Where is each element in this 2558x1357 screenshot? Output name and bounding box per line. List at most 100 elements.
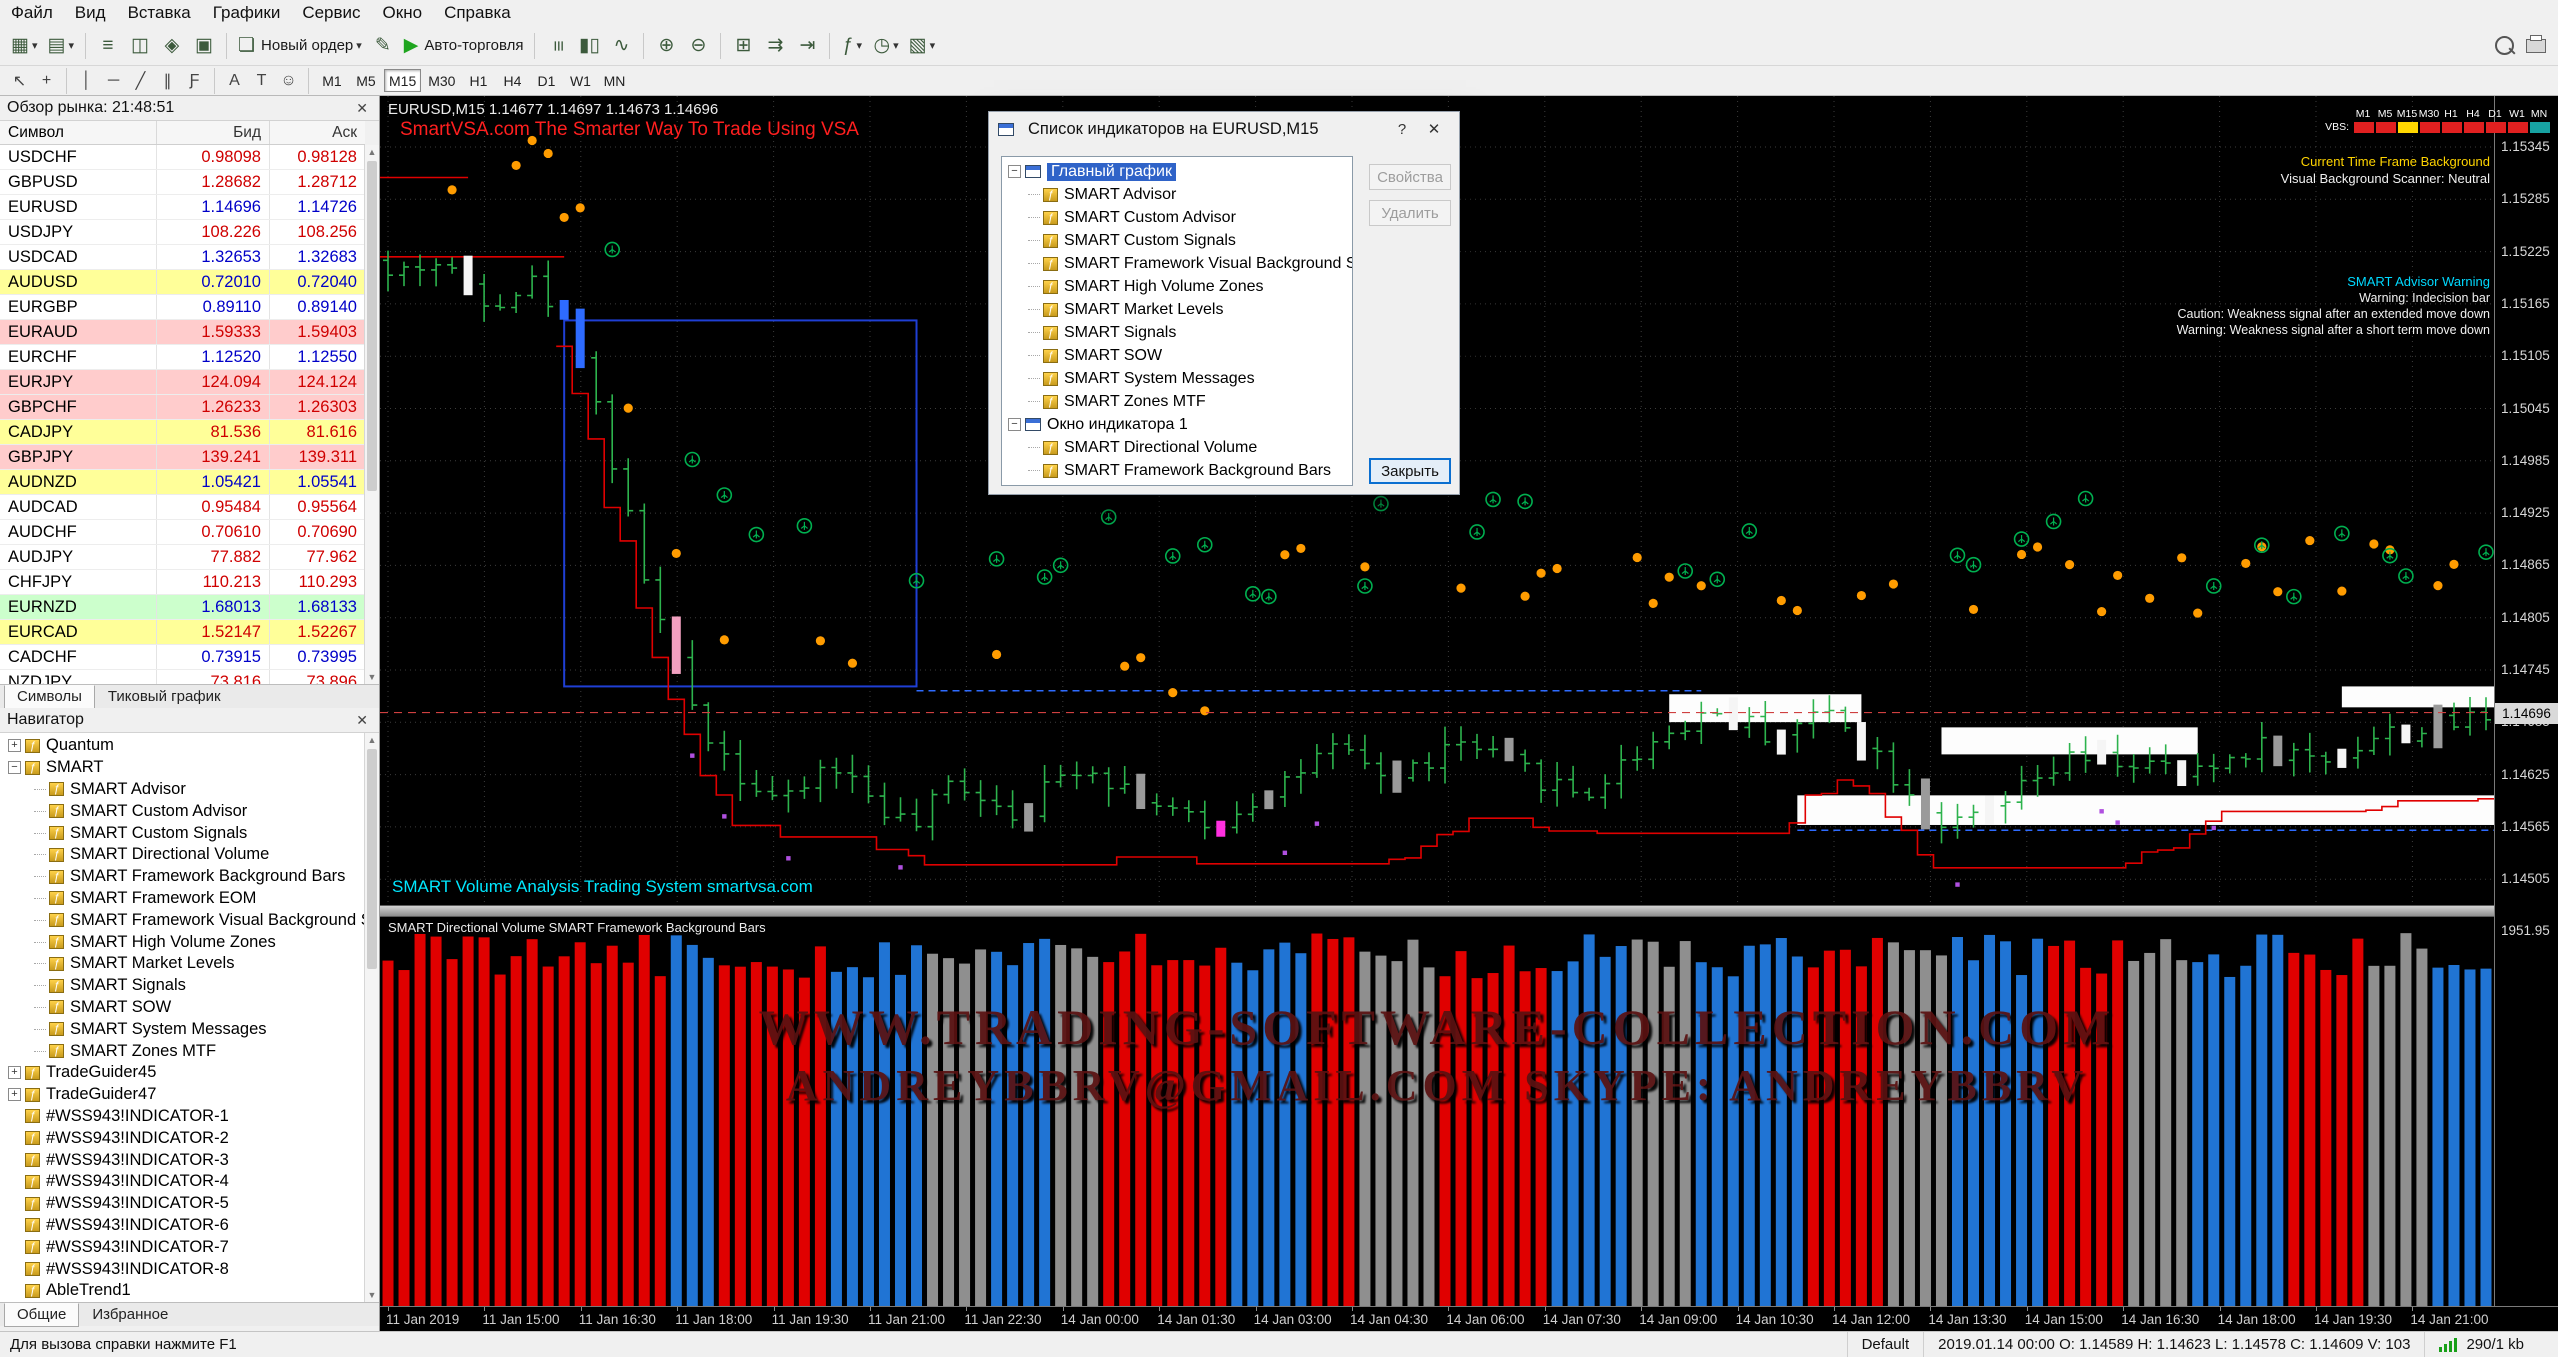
menu-item[interactable]: Вид bbox=[64, 2, 117, 24]
navigator-item[interactable]: ƒ#WSS943!INDICATOR-2 bbox=[0, 1127, 365, 1149]
market-watch-row[interactable]: CHFJPY110.213110.293 bbox=[0, 570, 365, 595]
dialog-help-button[interactable]: ? bbox=[1386, 116, 1418, 142]
menu-item[interactable]: Окно bbox=[372, 2, 434, 24]
profiles-icon[interactable]: ▤▾ bbox=[43, 31, 77, 61]
market-watch-scrollbar[interactable]: ▲ ▼ bbox=[364, 145, 379, 684]
navigator-scrollbar[interactable]: ▲ ▼ bbox=[364, 733, 379, 1302]
market-watch-row[interactable]: CADJPY81.53681.616 bbox=[0, 420, 365, 445]
expand-toggle-icon[interactable]: − bbox=[1008, 418, 1021, 431]
dialog-tree-row[interactable]: ƒSMART SOW bbox=[1002, 344, 1352, 367]
metaeditor-icon[interactable]: ✎ bbox=[368, 31, 398, 61]
navigator-item[interactable]: ƒ#WSS943!INDICATOR-8 bbox=[0, 1258, 365, 1280]
market-watch-row[interactable]: EURJPY124.094124.124 bbox=[0, 370, 365, 395]
navigator-item[interactable]: ƒSMART Custom Signals bbox=[0, 822, 365, 844]
timeframe-mn-button[interactable]: MN bbox=[598, 69, 630, 92]
timeframe-d1-button[interactable]: D1 bbox=[530, 69, 562, 92]
market-watch-row[interactable]: USDJPY108.226108.256 bbox=[0, 220, 365, 245]
chart-window[interactable]: 11 Jan 201911 Jan 15:0011 Jan 16:3011 Ja… bbox=[380, 96, 2558, 1331]
dialog-tree-row[interactable]: ƒSMART Market Levels bbox=[1002, 298, 1352, 321]
market-watch-row[interactable]: AUDNZD1.054211.05541 bbox=[0, 470, 365, 495]
close-button[interactable]: Закрыть bbox=[1369, 458, 1451, 484]
timeframe-m30-button[interactable]: M30 bbox=[423, 69, 460, 92]
tile-windows-icon[interactable]: ⊞ bbox=[728, 31, 758, 61]
fibonacci-icon[interactable]: Ƒ bbox=[182, 69, 207, 93]
market-watch-row[interactable]: USDCHF0.980980.98128 bbox=[0, 145, 365, 170]
time-axis[interactable]: 11 Jan 201911 Jan 15:0011 Jan 16:3011 Ja… bbox=[380, 1306, 2558, 1331]
scroll-down-icon[interactable]: ▼ bbox=[365, 1288, 379, 1302]
dialog-tree-row[interactable]: ƒSMART System Messages bbox=[1002, 367, 1352, 390]
navigator-item[interactable]: +ƒQuantum bbox=[0, 735, 365, 757]
navigator-tab[interactable]: Избранное bbox=[79, 1303, 181, 1327]
navigator-item[interactable]: ƒSMART High Volume Zones bbox=[0, 931, 365, 953]
market-watch-row[interactable]: USDCAD1.326531.32683 bbox=[0, 245, 365, 270]
dialog-tree-row[interactable]: −Окно индикатора 1 bbox=[1002, 413, 1352, 436]
navigator-item[interactable]: ƒSMART Framework EOM bbox=[0, 888, 365, 910]
navigator-item[interactable]: ƒ#WSS943!INDICATOR-4 bbox=[0, 1171, 365, 1193]
navigator-item[interactable]: ƒSMART Custom Advisor bbox=[0, 800, 365, 822]
column-header[interactable]: Бид bbox=[157, 121, 270, 144]
menu-item[interactable]: Графики bbox=[202, 2, 292, 24]
dialog-tree-row[interactable]: ƒSMART Framework Visual Background Scann… bbox=[1002, 252, 1352, 275]
dialog-tree-row[interactable]: ƒSMART High Volume Zones bbox=[1002, 275, 1352, 298]
market-watch-row[interactable]: AUDCAD0.954840.95564 bbox=[0, 495, 365, 520]
navigator-item[interactable]: +ƒTradeGuider45 bbox=[0, 1062, 365, 1084]
channel-icon[interactable]: ∥ bbox=[155, 69, 180, 93]
terminal-icon[interactable]: ▣ bbox=[189, 31, 219, 61]
column-header[interactable]: Символ bbox=[0, 121, 157, 144]
menu-item[interactable]: Справка bbox=[433, 2, 522, 24]
new-chart-icon[interactable]: ▦▾ bbox=[7, 31, 41, 61]
market-watch-row[interactable]: GBPJPY139.241139.311 bbox=[0, 445, 365, 470]
scroll-thumb[interactable] bbox=[367, 749, 377, 969]
text-label-icon[interactable]: T bbox=[249, 69, 274, 93]
crosshair-icon[interactable]: + bbox=[34, 69, 59, 93]
search-button[interactable] bbox=[2489, 31, 2519, 61]
timeframe-m5-button[interactable]: M5 bbox=[350, 69, 382, 92]
navigator-item[interactable]: ƒ#WSS943!INDICATOR-7 bbox=[0, 1236, 365, 1258]
navigator-item[interactable]: ƒ#WSS943!INDICATOR-6 bbox=[0, 1215, 365, 1237]
market-watch-close-icon[interactable]: ✕ bbox=[352, 100, 372, 117]
dialog-tree-row[interactable]: ƒSMART Advisor bbox=[1002, 183, 1352, 206]
data-window-icon[interactable]: ◫ bbox=[125, 31, 155, 61]
subwindow-divider[interactable] bbox=[380, 905, 2558, 917]
timeframe-h1-button[interactable]: H1 bbox=[462, 69, 494, 92]
market-watch-row[interactable]: GBPCHF1.262331.26303 bbox=[0, 395, 365, 420]
text-icon[interactable]: A bbox=[222, 69, 247, 93]
arrows-icon[interactable]: ☺ bbox=[276, 69, 301, 93]
column-header[interactable]: Аск bbox=[270, 121, 365, 144]
navigator-item[interactable]: ƒAbleTrend1 bbox=[0, 1280, 365, 1302]
navigator-tab[interactable]: Общие bbox=[4, 1303, 79, 1327]
status-profile[interactable]: Default bbox=[1847, 1332, 1924, 1357]
trendline-icon[interactable]: ╱ bbox=[128, 69, 153, 93]
periods-icon[interactable]: ◷▾ bbox=[869, 31, 902, 61]
expand-toggle-icon[interactable]: + bbox=[8, 1066, 21, 1079]
market-watch-row[interactable]: AUDUSD0.720100.72040 bbox=[0, 270, 365, 295]
scroll-down-icon[interactable]: ▼ bbox=[365, 670, 379, 684]
navigator-item[interactable]: ƒSMART Advisor bbox=[0, 779, 365, 801]
navigator-item[interactable]: ƒ#WSS943!INDICATOR-3 bbox=[0, 1149, 365, 1171]
market-watch-row[interactable]: EURUSD1.146961.14726 bbox=[0, 195, 365, 220]
chart-bars-icon[interactable]: ≡ bbox=[542, 31, 572, 61]
dialog-tree-row[interactable]: ƒSMART Framework Background Bars bbox=[1002, 459, 1352, 482]
autotrade-button[interactable]: ▶Авто-торговля bbox=[400, 31, 528, 61]
market-watch-tab[interactable]: Символы bbox=[4, 685, 95, 709]
navigator-item[interactable]: +ƒTradeGuider47 bbox=[0, 1084, 365, 1106]
market-watch-tab[interactable]: Тиковый график bbox=[95, 685, 234, 709]
menu-item[interactable]: Файл bbox=[0, 2, 64, 24]
navigator-item[interactable]: ƒ#WSS943!INDICATOR-5 bbox=[0, 1193, 365, 1215]
navigator-item[interactable]: ƒSMART Directional Volume bbox=[0, 844, 365, 866]
dialog-tree-row[interactable]: ƒSMART Zones MTF bbox=[1002, 390, 1352, 413]
navigator-item[interactable]: ƒSMART Signals bbox=[0, 975, 365, 997]
templates-icon[interactable]: ▧▾ bbox=[905, 31, 939, 61]
expand-toggle-icon[interactable]: − bbox=[1008, 165, 1021, 178]
market-watch-row[interactable]: EURCHF1.125201.12550 bbox=[0, 345, 365, 370]
dialog-close-icon[interactable]: ✕ bbox=[1418, 116, 1450, 142]
dialog-tree-row[interactable]: −Главный график bbox=[1002, 160, 1352, 183]
zoom-in-icon[interactable]: ⊕ bbox=[651, 31, 681, 61]
dialog-titlebar[interactable]: Список индикаторов на EURUSD,M15 ? ✕ bbox=[989, 112, 1459, 146]
navigator-item[interactable]: −ƒSMART bbox=[0, 757, 365, 779]
expand-toggle-icon[interactable]: − bbox=[8, 761, 21, 774]
chart-candles-icon[interactable]: ▮▯ bbox=[574, 31, 604, 61]
indicators-icon[interactable]: ƒ▾ bbox=[837, 31, 867, 61]
navigator-item[interactable]: ƒSMART SOW bbox=[0, 997, 365, 1019]
expand-toggle-icon[interactable]: + bbox=[8, 739, 21, 752]
